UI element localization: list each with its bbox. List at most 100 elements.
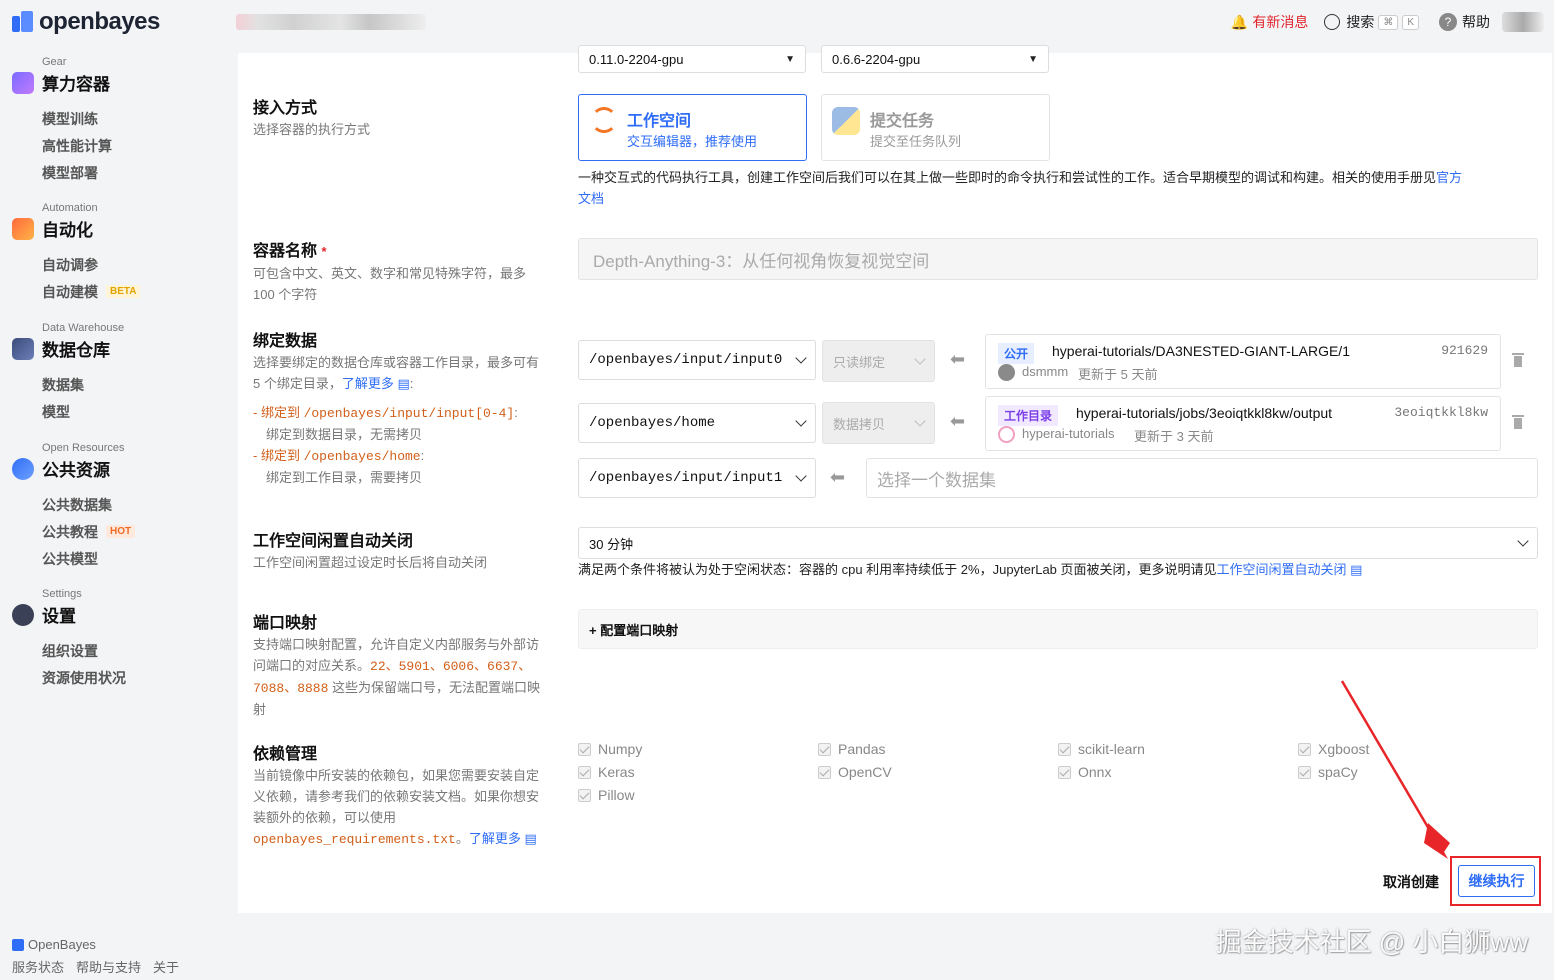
checkbox-checked-icon [578,788,591,802]
docs-link[interactable]: 官方 [1436,170,1462,185]
container-name-input[interactable]: Depth-Anything-3：从任何视角恢复视觉空间 [578,238,1538,280]
footer-brand: OpenBayes [28,937,96,952]
bind-path-select-2[interactable]: /openbayes/input/input1 [578,458,816,498]
create-container-form: 0.11.0-2204-gpu ▼ 0.6.6-2204-gpu ▼ 接入方式 … [238,45,1552,913]
name-desc-2: 100 个字符 [253,287,318,302]
port-desc: 支持端口映射配置，允许自定义内部服务与外部访 问端口的对应关系。22、5901、… [253,634,573,720]
nav-title: 设置 [42,607,76,626]
dataset-card-0[interactable]: 公开 hyperai-tutorials/DA3NESTED-GIANT-LAR… [985,334,1501,389]
image-version-select[interactable]: 0.6.6-2204-gpu ▼ [821,45,1049,73]
nav-item-settings[interactable]: 设置 [12,602,126,627]
checkbox-checked-icon [818,742,831,756]
docs-link-2[interactable]: 文档 [578,191,604,206]
task-option[interactable]: 提交任务 提交至任务队列 [821,94,1050,161]
rule2-desc: 绑定到工作目录，需要拷贝 [266,470,423,485]
jupyter-icon [591,107,617,133]
footer-link-about[interactable]: 关于 [153,957,179,976]
pkg-pillow: Pillow [578,787,635,803]
nav-item-autotune[interactable]: 自动调参 [42,251,140,278]
nav-title: 算力容器 [42,75,110,94]
news-button[interactable]: 🔔 有新消息 [1231,12,1308,32]
bind-path-select-0[interactable]: /openbayes/input/input0 [578,340,816,380]
pkg-keras: Keras [578,764,635,780]
bind-mode-select-1[interactable]: 数据拷贝 [822,402,935,444]
news-label: 有新消息 [1252,14,1309,30]
checkbox-checked-icon [818,765,831,779]
nav-item-datasets[interactable]: 数据集 [42,371,124,398]
nav-item-public-datasets[interactable]: 公共数据集 [42,491,135,518]
dataset-card-1[interactable]: 工作目录 hyperai-tutorials/jobs/3eoiqtkkl8kw… [985,396,1501,451]
arrow-left-icon: ⬅ [830,467,846,487]
idle-desc: 工作空间闲置超过设定时长后将自动关闭 [253,555,488,570]
dataset-updated: 更新于 5 天前 [1078,367,1158,382]
deps-desc: 当前镜像中所安装的依赖包，如果您需要安装自定 义依赖，请参考我们的依赖安装文档。… [253,765,573,850]
nav-item-automl[interactable]: 自动建模 BETA [42,278,141,305]
chevron-down-icon [795,470,807,482]
pkg-label: Numpy [598,741,643,757]
nav-item-org-settings[interactable]: 组织设置 [42,637,126,664]
nav-item-models[interactable]: 模型 [42,398,124,425]
pkg-label: Pandas [838,741,886,757]
footer-link-status[interactable]: 服务状态 [12,957,64,976]
bind-mode-select-0[interactable]: 只读绑定 [822,340,935,382]
select-value: 30 分钟 [589,536,634,552]
org-avatar-icon [998,426,1015,443]
workspace-option[interactable]: 工作空间 交互编辑器，推荐使用 [578,94,807,161]
bind-path-select-1[interactable]: /openbayes/home [578,403,816,443]
beta-badge: BETA [106,285,141,298]
nav-item-public-models[interactable]: 公共模型 [42,545,135,572]
logo[interactable]: openbayes [12,8,160,36]
nav-item-usage[interactable]: 资源使用状况 [42,664,126,691]
pkg-label: Pillow [598,787,635,803]
nav-item-public-tutorials[interactable]: 公共教程 HOT [42,518,136,545]
nav-item-deploy[interactable]: 模型部署 [42,159,112,186]
dataset-picker-input[interactable]: 选择一个数据集 [866,458,1538,498]
avatar[interactable] [1502,12,1544,32]
sidebar: openbayes Gear 算力容器 模型训练 高性能计算 模型部署 Auto… [0,0,230,980]
hot-badge: HOT [106,525,136,538]
workdir-badge: 工作目录 [998,405,1059,426]
explain-text: 一种交互式的代码执行工具，创建工作空间后我们可以在其上做一些即时的命令执行和尝试… [578,170,1437,185]
nav-item-warehouse[interactable]: 数据仓库 [12,336,124,361]
pkg-numpy: Numpy [578,741,642,757]
select-value: /openbayes/home [589,415,716,431]
learn-more-link[interactable]: 了解更多 [342,376,394,391]
nav-group-open: Open Resources 公共资源 公共数据集 公共教程 HOT 公共模型 [12,442,136,572]
port-desc-3: 这些为保留端口号，无法配置端口映 [328,680,541,695]
idle-timeout-select[interactable]: 30 分钟 [578,527,1538,559]
nav-group-automation: Automation 自动化 自动调参 自动建模 BETA [12,202,141,305]
option-title: 工作空间 [627,113,692,130]
arrow-left-icon: ⬅ [950,349,966,369]
trash-icon[interactable] [1512,353,1524,367]
trash-icon[interactable] [1512,415,1524,429]
footer-link-help[interactable]: 帮助与支持 [76,957,141,976]
select-value: 只读绑定 [833,354,886,370]
nav-item-gear[interactable]: 算力容器 [12,70,112,95]
nav-item-open[interactable]: 公共资源 [12,456,135,481]
checkbox-checked-icon [1058,765,1071,779]
port-desc-4: 射 [253,702,267,717]
search-button[interactable]: 搜索 ⌘ K [1324,12,1419,32]
doc-icon: ▤ [1346,562,1363,577]
caret-down-icon: ▼ [1028,53,1038,65]
deps-title: 依赖管理 [253,746,318,763]
nav-item-hpc[interactable]: 高性能计算 [42,132,112,159]
name-desc: 可包含中文、英文、数字和常见特殊字符，最多 100 个字符 [253,263,526,305]
add-port-mapping-button[interactable]: + 配置端口映射 [578,609,1538,649]
pkg-label: scikit-learn [1078,741,1145,757]
continue-button[interactable]: 继续执行 [1458,865,1535,897]
framework-version-select[interactable]: 0.11.0-2204-gpu ▼ [578,45,806,73]
help-button[interactable]: ? 帮助 [1439,12,1490,32]
idle-note-text: 满足两个条件将被认为处于空闲状态：容器的 cpu 利用率持续低于 2%，Jupy… [578,562,1217,577]
cube-icon [12,71,34,94]
nav-item-automation[interactable]: 自动化 [12,216,140,241]
cmd-key: ⌘ [1378,14,1399,30]
nav-item-training[interactable]: 模型训练 [42,105,112,132]
nav-eyebrow: Gear [42,56,67,68]
rule1-prefix: 绑定到 [260,405,304,420]
cancel-create-button[interactable]: 取消创建 [1383,872,1439,892]
idle-doc-link[interactable]: 工作空间闲置自动关闭 [1217,562,1347,577]
database-icon [12,337,34,360]
nav-title: 自动化 [42,221,93,240]
deps-learn-more-link[interactable]: 了解更多 [469,831,521,846]
